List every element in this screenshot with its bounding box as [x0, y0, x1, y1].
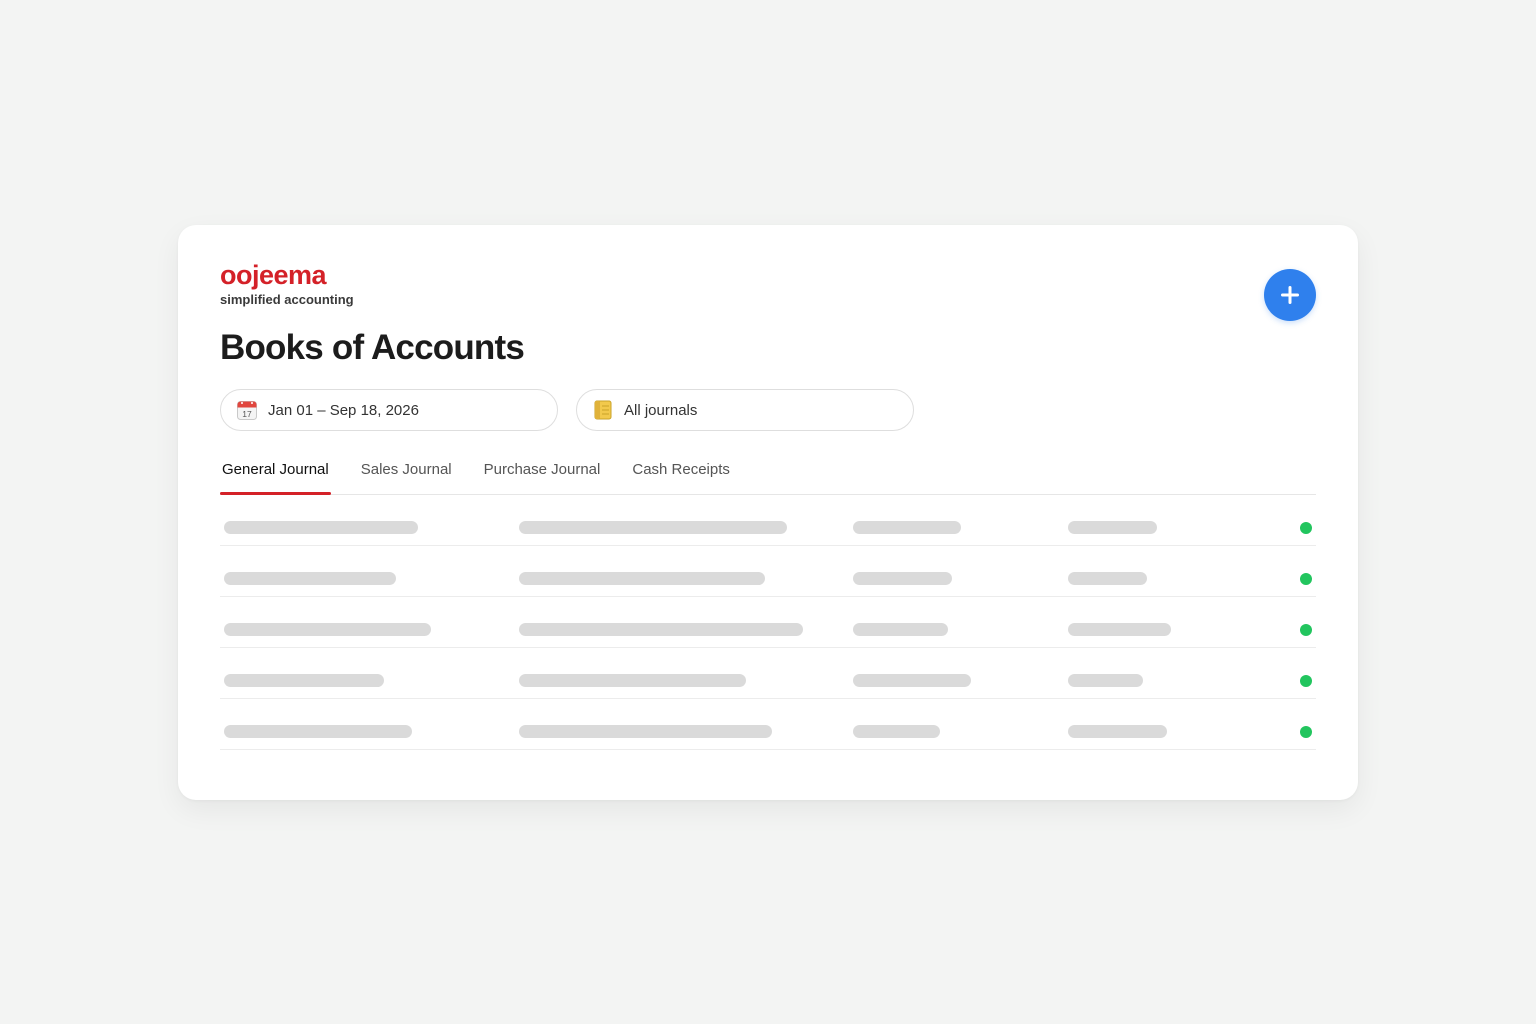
date-range-filter[interactable]: 17 Jan 01 – Sep 18, 2026	[220, 389, 558, 431]
status-dot	[1300, 675, 1312, 687]
status-dot	[1300, 624, 1312, 636]
skeleton-cell	[853, 725, 940, 738]
table-row[interactable]	[220, 546, 1316, 597]
skeleton-cell	[224, 674, 384, 687]
skeleton-cell	[224, 572, 396, 585]
skeleton-cell	[519, 572, 765, 585]
notepad-icon	[592, 399, 614, 421]
skeleton-cell	[1068, 521, 1157, 534]
skeleton-cell	[519, 623, 803, 636]
table-row[interactable]	[220, 495, 1316, 546]
skeleton-cell	[519, 674, 746, 687]
journal-filter-value: All journals	[624, 401, 698, 419]
skeleton-cell	[1068, 623, 1171, 636]
page-title: Books of Accounts	[220, 328, 525, 367]
date-range-value: Jan 01 – Sep 18, 2026	[268, 401, 419, 419]
table-row[interactable]	[220, 699, 1316, 750]
svg-text:17: 17	[242, 409, 252, 419]
tab-general-journal[interactable]: General Journal	[220, 453, 331, 495]
brand-tagline: simplified accounting	[220, 292, 354, 307]
calendar-icon: 17	[236, 399, 258, 421]
add-entry-button[interactable]	[1264, 269, 1316, 321]
table-row[interactable]	[220, 597, 1316, 648]
table-row[interactable]	[220, 648, 1316, 699]
skeleton-cell	[224, 521, 418, 534]
skeleton-cell	[519, 521, 787, 534]
skeleton-cell	[519, 725, 772, 738]
status-dot	[1300, 573, 1312, 585]
tab-sales-journal[interactable]: Sales Journal	[359, 453, 454, 494]
tab-purchase-journal[interactable]: Purchase Journal	[482, 453, 603, 494]
skeleton-cell	[853, 521, 961, 534]
skeleton-cell	[1068, 572, 1147, 585]
skeleton-cell	[1068, 725, 1167, 738]
skeleton-cell	[853, 674, 971, 687]
skeleton-cell	[853, 572, 952, 585]
status-dot	[1300, 726, 1312, 738]
skeleton-cell	[853, 623, 948, 636]
plus-icon	[1281, 286, 1299, 304]
status-dot	[1300, 522, 1312, 534]
skeleton-cell	[224, 725, 412, 738]
tab-cash-receipts[interactable]: Cash Receipts	[630, 453, 732, 494]
journal-tabs: General Journal Sales Journal Purchase J…	[220, 453, 1316, 495]
journal-filter[interactable]: All journals	[576, 389, 914, 431]
brand-logo: oojeema	[220, 260, 327, 290]
brand-block: oojeema simplified accounting	[220, 259, 354, 307]
journal-table-skeleton	[220, 495, 1316, 750]
skeleton-cell	[1068, 674, 1143, 687]
skeleton-cell	[224, 623, 431, 636]
books-card: oojeema simplified accounting Books of A…	[178, 225, 1358, 800]
